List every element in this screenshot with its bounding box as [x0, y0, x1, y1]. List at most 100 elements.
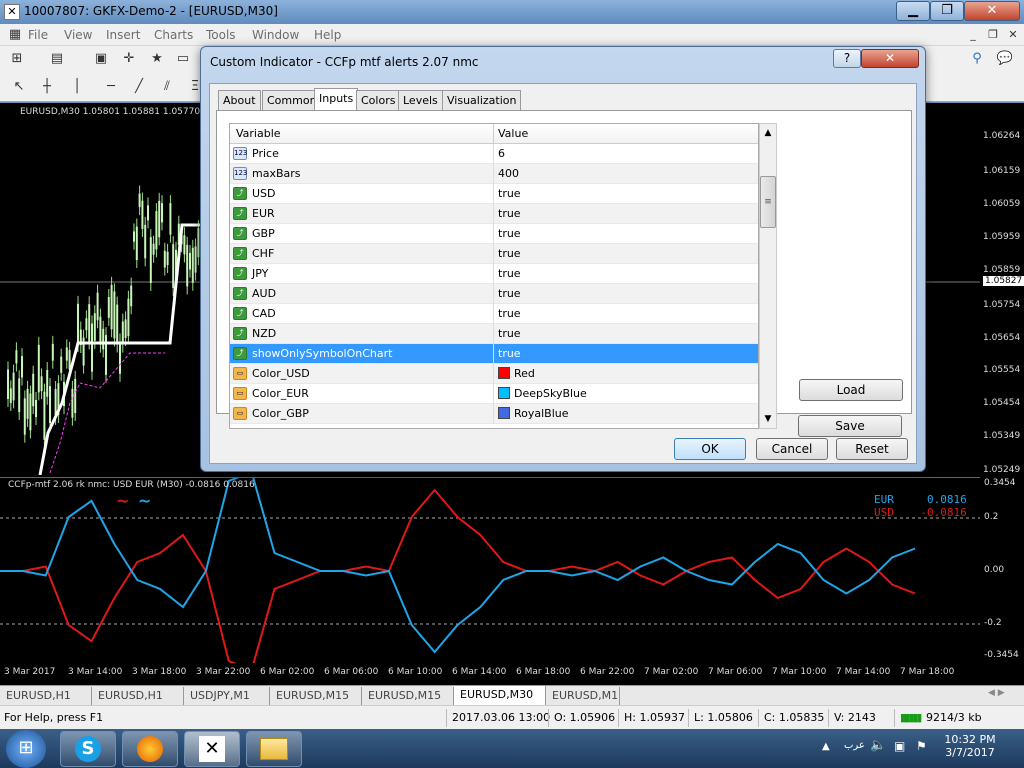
inputs-table[interactable]: Variable Value 123 Price 6 123 maxBars 400 ⤴ US…	[229, 123, 759, 429]
column-variable[interactable]: Variable	[236, 127, 281, 140]
crosshair-icon[interactable]: ✛	[118, 49, 140, 69]
scroll-up-icon[interactable]: ▲	[760, 124, 776, 142]
tab-visualization[interactable]: Visualization	[442, 90, 522, 110]
row-value[interactable]: true	[498, 207, 521, 220]
save-button[interactable]: Save	[798, 415, 902, 437]
row-value[interactable]: true	[498, 227, 521, 240]
maximize-button[interactable]: ❐	[930, 1, 964, 21]
menu-window[interactable]: Window	[252, 28, 299, 42]
chart-tab[interactable]: EURUSD,M30	[454, 686, 546, 705]
start-button[interactable]: ⊞	[6, 730, 46, 768]
search-icon[interactable]: ⚲	[966, 49, 988, 69]
horizontal-line-icon[interactable]: ─	[100, 77, 122, 97]
explorer-taskbar-button[interactable]	[246, 731, 302, 767]
dialog-close-button[interactable]: ✕	[861, 49, 919, 68]
price-tick: 1.06059	[983, 199, 1021, 209]
trendline-icon[interactable]: ╱	[128, 77, 150, 97]
row-value[interactable]: true	[498, 347, 521, 360]
table-row[interactable]: ⤴ showOnlySymbolOnChart true	[230, 344, 758, 364]
market-watch-icon[interactable]: ▣	[90, 49, 112, 69]
row-value[interactable]: true	[498, 267, 521, 280]
menu-charts[interactable]: Charts	[154, 28, 193, 42]
flag-icon[interactable]: ⚑	[916, 739, 927, 753]
table-row[interactable]: 123 Price 6	[230, 144, 758, 164]
child-close-icon[interactable]: ✕	[1004, 25, 1022, 45]
crosshair-tool-icon[interactable]: ┼	[36, 77, 58, 97]
row-value[interactable]: Red	[498, 367, 535, 380]
chart-tab[interactable]: EURUSD,M1	[546, 687, 620, 705]
load-button[interactable]: Load	[799, 379, 903, 401]
vertical-line-icon[interactable]: │	[66, 77, 88, 97]
table-row[interactable]: ⤴ USD true	[230, 184, 758, 204]
table-row[interactable]: ▭ Color_USD Red	[230, 364, 758, 384]
table-row[interactable]: ⤴ CAD true	[230, 304, 758, 324]
row-value[interactable]: true	[498, 327, 521, 340]
row-value[interactable]: RoyalBlue	[498, 407, 569, 420]
dialog-help-button[interactable]: ?	[833, 49, 861, 68]
table-row[interactable]: ⤴ NZD true	[230, 324, 758, 344]
table-row[interactable]: 123 maxBars 400	[230, 164, 758, 184]
cursor-icon[interactable]: ↖	[8, 77, 30, 97]
table-scrollbar[interactable]: ▲ ≡ ▼	[759, 123, 777, 429]
chat-icon[interactable]: 💬	[994, 49, 1016, 69]
scroll-thumb[interactable]: ≡	[760, 176, 776, 228]
child-restore-icon[interactable]: ❐	[984, 25, 1002, 45]
table-row[interactable]: ⤴ CHF true	[230, 244, 758, 264]
menu-file[interactable]: File	[28, 28, 48, 42]
firefox-taskbar-button[interactable]	[122, 731, 178, 767]
row-value[interactable]: DeepSkyBlue	[498, 387, 587, 400]
taskbar-clock[interactable]: 10:32 PM 3/7/2017	[930, 733, 1010, 759]
channel-icon[interactable]: ⫽	[156, 77, 178, 97]
table-row[interactable]: ▭ Color_GBP RoyalBlue	[230, 404, 758, 424]
chart-tab[interactable]: EURUSD,H1	[92, 687, 184, 705]
table-row[interactable]: ▭ Color_EUR DeepSkyBlue	[230, 384, 758, 404]
chart-tab[interactable]: EURUSD,H1	[0, 687, 92, 705]
reset-button[interactable]: Reset	[836, 438, 908, 460]
row-value[interactable]: true	[498, 187, 521, 200]
column-value[interactable]: Value	[498, 127, 528, 140]
tab-about[interactable]: About	[218, 90, 261, 110]
row-value[interactable]: 6	[498, 147, 505, 160]
row-value[interactable]: true	[498, 247, 521, 260]
table-row[interactable]: ⤴ GBP true	[230, 224, 758, 244]
menu-tools[interactable]: Tools	[206, 28, 236, 42]
table-row[interactable]: ⤴ EUR true	[230, 204, 758, 224]
row-value[interactable]: true	[498, 287, 521, 300]
price-tick: 1.05454	[983, 398, 1021, 408]
close-button[interactable]: ✕	[964, 1, 1020, 21]
menu-view[interactable]: View	[64, 28, 92, 42]
chart-tab[interactable]: EURUSD,M15	[362, 687, 454, 705]
navigator-icon[interactable]: ★	[146, 49, 168, 69]
legend: EUR 0.0816 USD -0.0816	[874, 493, 967, 519]
ok-button[interactable]: OK	[674, 438, 746, 460]
table-row[interactable]: ⤴ AUD true	[230, 284, 758, 304]
menu-help[interactable]: Help	[314, 28, 341, 42]
profiles-icon[interactable]: ▤	[46, 49, 68, 69]
candle-body	[26, 388, 29, 419]
chart-tab[interactable]: USDJPY,M1	[184, 687, 270, 705]
tab-scroll-icon[interactable]: ◀ ▶	[988, 688, 1005, 698]
tab-inputs[interactable]: Inputs	[314, 88, 359, 111]
child-minimize-icon[interactable]: _	[964, 25, 982, 45]
tray-up-arrow-icon[interactable]: ▲	[822, 741, 830, 752]
new-chart-icon[interactable]: ⊞	[6, 49, 28, 69]
chart-tab[interactable]: EURUSD,M15	[270, 687, 362, 705]
language-indicator[interactable]: عرب	[844, 740, 865, 751]
tab-colors[interactable]: Colors	[356, 90, 401, 110]
network-icon[interactable]: ▣	[894, 739, 905, 753]
metatrader-taskbar-button[interactable]: ✕	[184, 731, 240, 767]
candle-body	[155, 211, 158, 250]
minimize-button[interactable]: ▁	[896, 1, 930, 21]
row-value[interactable]: 400	[498, 167, 519, 180]
menu-insert[interactable]: Insert	[106, 28, 140, 42]
scroll-down-icon[interactable]: ▼	[760, 410, 776, 428]
cancel-button[interactable]: Cancel	[756, 438, 828, 460]
terminal-icon[interactable]: ▭	[172, 49, 194, 69]
table-row[interactable]: ⤴ JPY true	[230, 264, 758, 284]
price-tick: 1.05249	[983, 465, 1021, 475]
tab-levels[interactable]: Levels	[398, 90, 443, 110]
volume-icon[interactable]: 🔈	[870, 738, 886, 753]
row-value[interactable]: true	[498, 307, 521, 320]
tab-common[interactable]: Common	[262, 90, 322, 110]
skype-taskbar-button[interactable]: S	[60, 731, 116, 767]
